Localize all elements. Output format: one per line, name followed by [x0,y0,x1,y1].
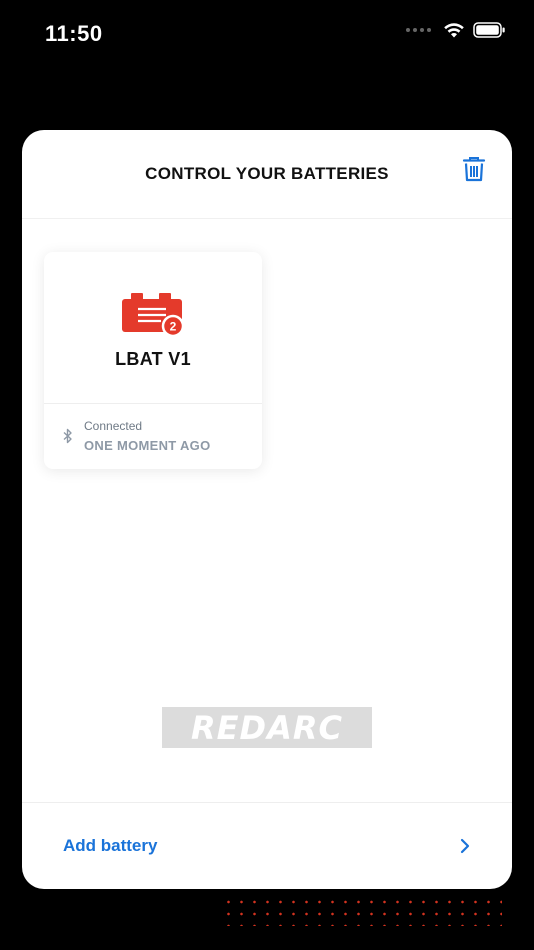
add-battery-button[interactable]: Add battery [22,803,512,889]
redarc-logo: REDARC [162,707,372,748]
battery-status-icon [473,22,505,38]
battery-icon: 2 [122,293,185,338]
decorative-dots [222,896,502,926]
chevron-right-icon [460,838,470,854]
battery-card[interactable]: 2 LBAT V1 Connected ONE MOMENT AGO [44,252,262,469]
batteries-modal: CONTROL YOUR BATTERIES 2 LBAT V1 Connect… [22,130,512,889]
connection-status: Connected [84,419,143,433]
trash-icon[interactable] [462,156,486,182]
card-divider [44,403,262,404]
modal-header: CONTROL YOUR BATTERIES [22,130,512,219]
signal-dots-icon [406,28,431,32]
status-time: 11:50 [45,21,103,46]
status-bar: 11:50 [0,0,534,70]
add-battery-label: Add battery [63,836,158,855]
battery-badge: 2 [170,320,177,334]
page-title: CONTROL YOUR BATTERIES [145,164,389,183]
bluetooth-icon [63,428,72,444]
battery-name: LBAT V1 [115,349,191,369]
status-icons [406,22,506,38]
wifi-icon [444,23,464,38]
last-seen: ONE MOMENT AGO [84,438,211,453]
logo-text: REDARC [191,708,343,747]
